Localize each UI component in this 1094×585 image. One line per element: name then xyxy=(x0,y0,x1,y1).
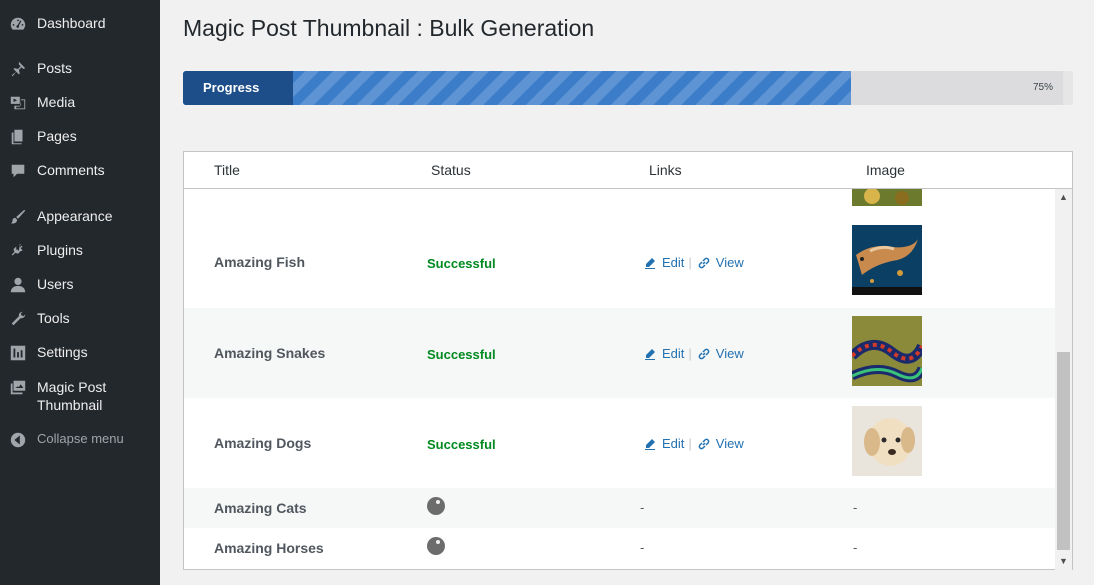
status-text: Successful xyxy=(427,437,496,452)
row-title: Amazing Snakes xyxy=(214,345,326,361)
pages-icon xyxy=(0,127,36,146)
status-text: Successful xyxy=(427,347,496,362)
plug-icon xyxy=(0,241,36,260)
dog-image xyxy=(852,406,922,476)
sidebar-item-label: Posts xyxy=(37,60,73,76)
row-title: Amazing Dogs xyxy=(214,435,312,451)
row-links: Edit | View xyxy=(644,436,744,451)
table-row: Amazing Horses - - xyxy=(184,528,1055,568)
gallery-icon xyxy=(0,378,36,397)
loading-spinner-icon xyxy=(427,537,445,555)
pencil-icon xyxy=(645,438,655,450)
table-body[interactable]: Amazing Fish Successful Edit | View Amaz… xyxy=(184,189,1055,570)
pin-icon xyxy=(0,59,36,78)
main-content: Magic Post Thumbnail : Bulk Generation P… xyxy=(161,0,1094,585)
progress-bar: Progress 75% xyxy=(183,71,1073,105)
pencil-icon xyxy=(645,348,655,360)
pencil-icon xyxy=(645,257,655,269)
edit-link[interactable]: Edit xyxy=(644,346,684,361)
column-header-title: Title xyxy=(214,162,240,178)
column-header-links: Links xyxy=(649,162,682,178)
links-placeholder: - xyxy=(640,500,645,515)
link-separator: | xyxy=(688,346,692,361)
row-title: Amazing Fish xyxy=(214,254,306,270)
sidebar-item-magic-post-thumbnail[interactable]: Magic Post Thumbnail xyxy=(0,378,160,414)
progress-label: Progress xyxy=(183,71,293,105)
snake-image xyxy=(852,316,922,386)
results-table: Title Status Links Image Amazing Fish Su… xyxy=(183,151,1073,570)
sliders-icon xyxy=(0,343,36,362)
wrench-icon xyxy=(0,309,36,328)
link-separator: | xyxy=(688,436,692,451)
edit-link[interactable]: Edit xyxy=(644,255,684,270)
sidebar-item-label: Appearance xyxy=(37,208,113,224)
user-icon xyxy=(0,275,36,294)
scrollbar-thumb[interactable] xyxy=(1057,352,1070,550)
scroll-down-icon[interactable]: ▼ xyxy=(1055,553,1072,570)
table-row: Amazing Cats - - xyxy=(184,488,1055,528)
table-scrollbar[interactable]: ▲ ▼ xyxy=(1055,189,1072,570)
sidebar-item-label: Pages xyxy=(37,128,77,144)
sidebar-item-label: Plugins xyxy=(37,242,83,258)
sidebar-item-tools[interactable]: Tools xyxy=(0,309,160,328)
collapse-menu-button[interactable]: Collapse menu xyxy=(0,430,160,449)
sidebar-item-settings[interactable]: Settings xyxy=(0,343,160,362)
progress-percent: 75% xyxy=(1032,82,1053,93)
brush-icon xyxy=(0,207,36,226)
fish-image xyxy=(852,225,922,295)
column-header-image: Image xyxy=(866,162,905,178)
sidebar-item-dashboard[interactable]: Dashboard xyxy=(0,14,160,33)
image-placeholder: - xyxy=(853,540,858,555)
sidebar-item-plugins[interactable]: Plugins xyxy=(0,241,160,260)
links-placeholder: - xyxy=(640,540,645,555)
image-placeholder: - xyxy=(853,500,858,515)
sidebar-item-label: Dashboard xyxy=(37,15,106,31)
row-links: Edit | View xyxy=(644,255,744,270)
table-row: Amazing Dogs Successful Edit | View xyxy=(184,398,1055,488)
loading-spinner-icon xyxy=(427,497,445,515)
sidebar-item-pages[interactable]: Pages xyxy=(0,127,160,146)
table-row: Amazing Fish Successful Edit | View xyxy=(184,217,1055,308)
sidebar-item-label: Magic Post Thumbnail xyxy=(37,379,107,413)
sidebar-item-label: Settings xyxy=(37,344,88,360)
sidebar-item-users[interactable]: Users xyxy=(0,275,160,294)
sidebar-item-posts[interactable]: Posts xyxy=(0,59,160,78)
media-icon xyxy=(0,93,36,112)
previous-row-image xyxy=(852,189,922,206)
dashboard-icon xyxy=(0,14,36,33)
sidebar-item-comments[interactable]: Comments xyxy=(0,161,160,180)
view-link[interactable]: View xyxy=(698,346,744,361)
row-title: Amazing Horses xyxy=(214,540,324,556)
link-icon xyxy=(698,257,710,268)
progress-bar-end xyxy=(1063,71,1073,105)
link-icon xyxy=(698,348,710,359)
admin-sidebar: Dashboard Posts Media Pages Comments App… xyxy=(0,0,160,585)
row-links: Edit | View xyxy=(644,346,744,361)
link-separator: | xyxy=(688,255,692,270)
sidebar-item-label: Tools xyxy=(37,310,70,326)
sidebar-item-label: Comments xyxy=(37,162,105,178)
column-header-status: Status xyxy=(431,162,471,178)
table-row xyxy=(184,189,1055,217)
edit-link[interactable]: Edit xyxy=(644,436,684,451)
link-icon xyxy=(698,438,710,449)
sidebar-item-label: Media xyxy=(37,94,76,110)
page-title: Magic Post Thumbnail : Bulk Generation xyxy=(183,15,595,41)
comment-icon xyxy=(0,161,36,180)
sidebar-item-label: Collapse menu xyxy=(37,431,124,446)
collapse-icon xyxy=(0,430,36,449)
table-header: Title Status Links Image xyxy=(184,152,1072,189)
sidebar-item-media[interactable]: Media xyxy=(0,93,160,112)
table-row: Amazing Snakes Successful Edit | View xyxy=(184,308,1055,398)
sidebar-item-appearance[interactable]: Appearance xyxy=(0,207,160,226)
scroll-up-icon[interactable]: ▲ xyxy=(1055,189,1072,206)
sidebar-item-label: Users xyxy=(37,276,74,292)
view-link[interactable]: View xyxy=(698,436,744,451)
view-link[interactable]: View xyxy=(698,255,744,270)
status-text: Successful xyxy=(427,256,496,271)
row-title: Amazing Cats xyxy=(214,500,307,516)
